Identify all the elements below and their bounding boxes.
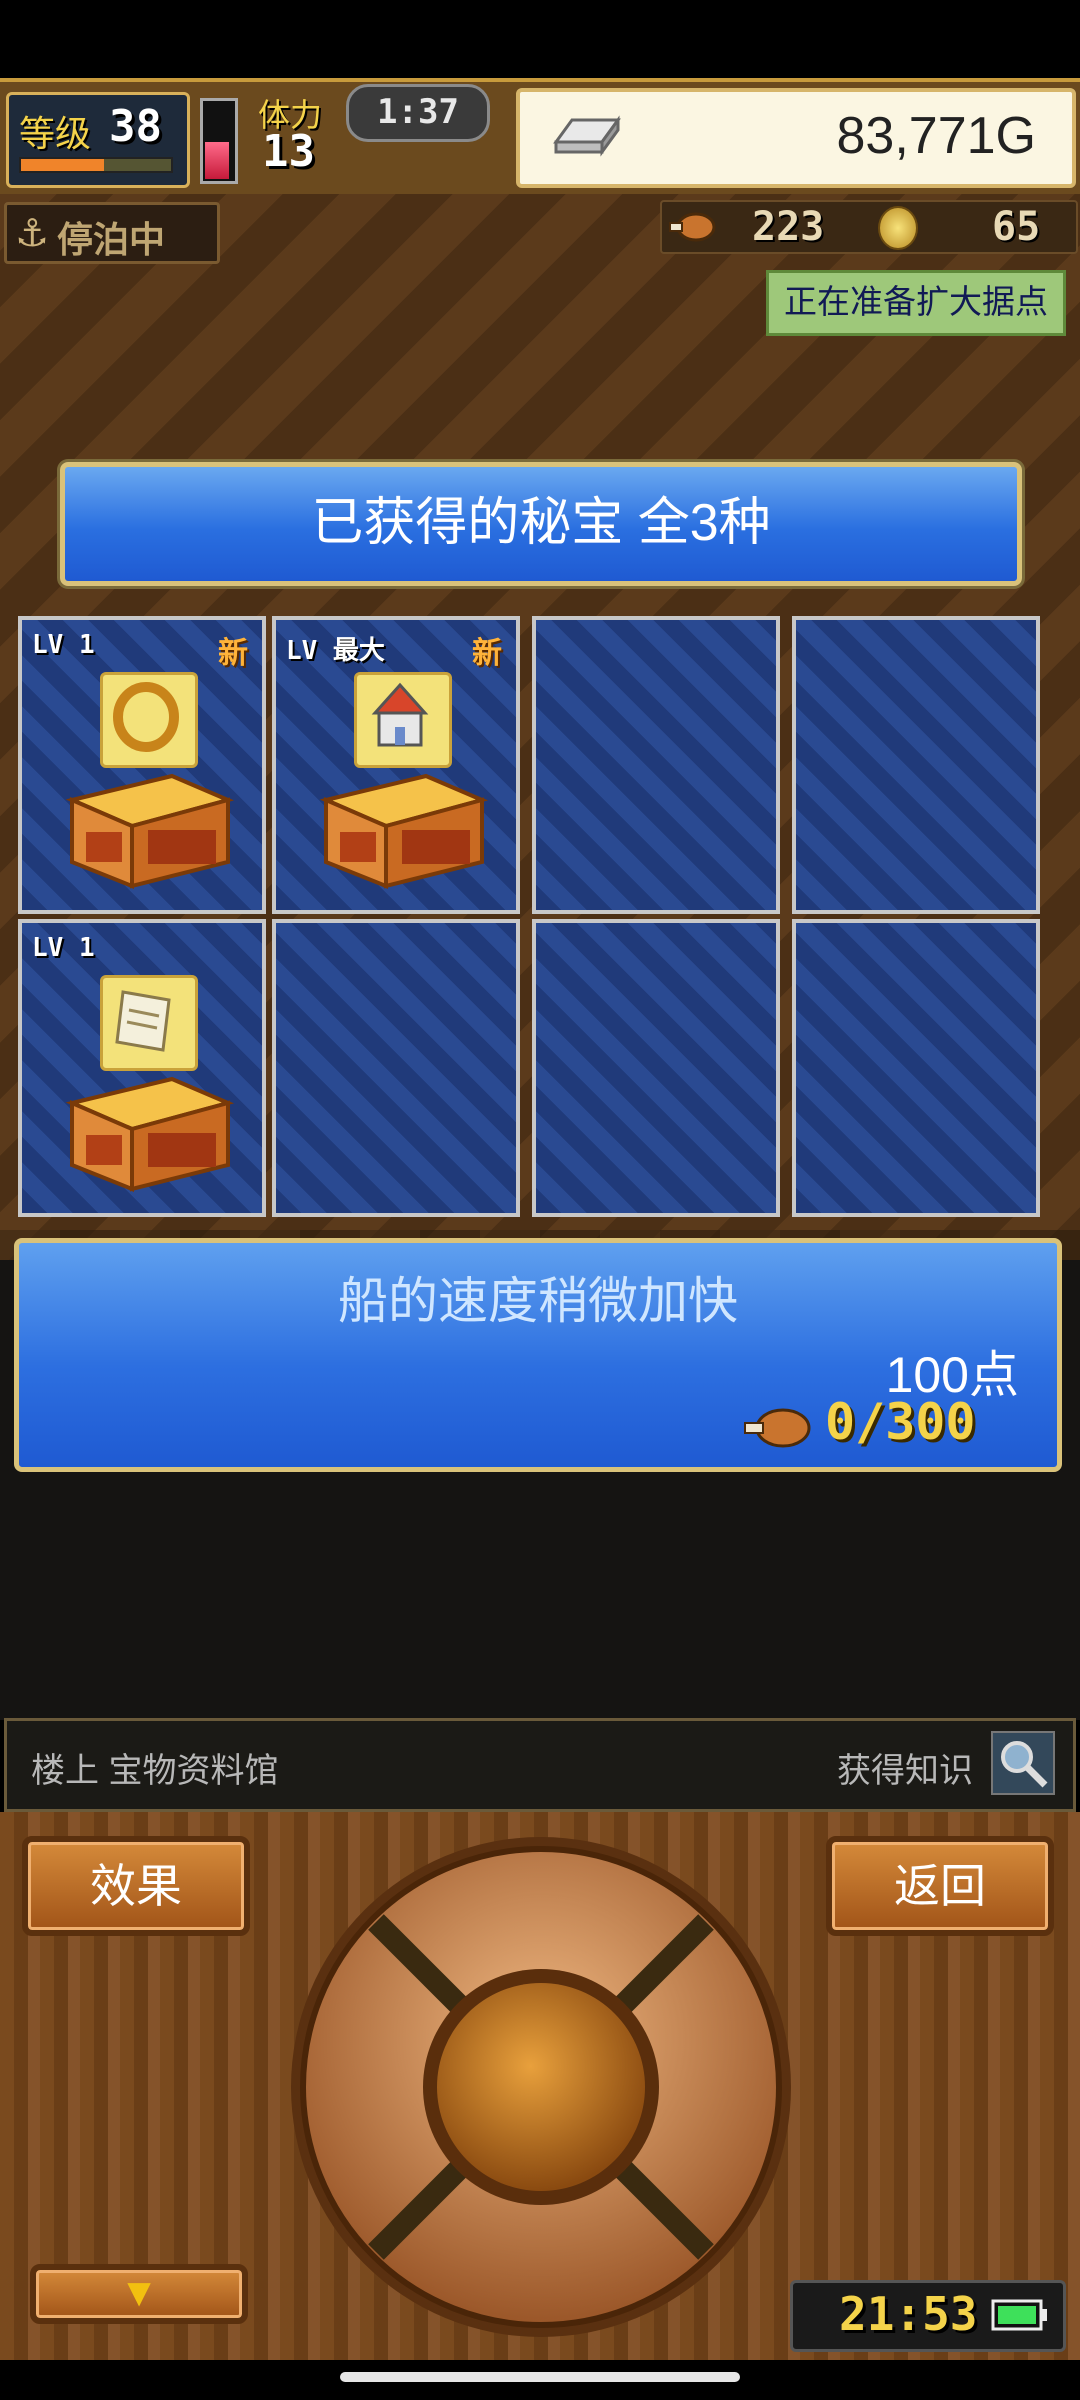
experience-bar [19,157,173,173]
back-button[interactable]: 返回 [826,1836,1054,1936]
location-name: 楼上 宝物资料馆 [31,1752,279,1790]
effect-button[interactable]: 效果 [22,1836,250,1936]
food-count: 223 [752,204,825,250]
level-value: 38 [109,101,162,152]
stamina-timer: 1:37 [346,84,490,142]
treasure-slot[interactable] [792,919,1041,1217]
treasure-slot[interactable] [532,616,781,914]
resource-bar: 223 65 [660,200,1078,254]
knowledge-label[interactable]: 获得知识 [837,1743,973,1792]
scroll-down-button[interactable]: ▼ [30,2264,248,2324]
scroll-icon [100,975,198,1071]
treasure-level: LV 最大 [285,636,385,666]
treasure-effect-text: 船的速度稍微加快 [338,1273,738,1329]
base-expansion-notice[interactable]: 正在准备扩大据点 [766,270,1066,336]
treasure-slot[interactable]: LV 1 新 [18,616,266,914]
stamina-value: 13 [262,126,315,177]
anchor-icon: ⚓ [15,211,50,255]
roast-meat-icon [744,1408,811,1448]
ring-icon [100,672,198,768]
docked-status-text: 停泊中 [57,220,166,261]
treasure-slot[interactable] [532,919,781,1217]
level-label: 等级 [19,114,92,155]
clock-time: 21:53 [839,2287,978,2341]
stamina-gauge [200,98,238,184]
silver-ingot-icon [553,115,621,157]
magnifier-icon[interactable] [991,1731,1055,1795]
treasure-chest-icon [319,773,489,889]
experience-bar-fill [21,159,104,171]
home-indicator[interactable] [340,2372,740,2382]
treasure-description-panel: 船的速度稍微加快 100点 0/300 [14,1238,1062,1472]
treasure-slot[interactable]: LV 1 [18,919,266,1217]
directional-pad[interactable] [286,1832,796,2342]
medal-count: 65 [992,204,1041,250]
treasure-title-banner: 已获得的秘宝 全3种 [60,462,1022,586]
battery-icon [991,2299,1047,2331]
castle-icon [353,672,452,768]
new-badge: 新 [218,636,248,671]
treasure-title: 已获得的秘宝 全3种 [311,494,771,552]
treasure-chest-icon [65,773,235,889]
treasure-level: LV 1 [32,630,95,660]
location-bar: 楼上 宝物资料馆 获得知识 [4,1718,1076,1812]
top-hud: 等级 38 体力 13 1:37 83,771G [0,78,1080,198]
control-panel: 效果 返回 ▼ 21:53 [0,1812,1080,2360]
treasure-slot[interactable] [271,919,520,1217]
treasure-progress: 0/300 [825,1393,976,1451]
treasure-slot[interactable]: LV 最大 新 [271,616,520,914]
treasure-grid: LV 1 新 LV 最大 新 LV 1 [18,616,1058,1232]
medal-icon [878,206,918,250]
treasure-chest-icon [65,1076,235,1192]
docked-status-badge: ⚓ 停泊中 [4,202,220,264]
treasure-slot[interactable] [792,616,1041,914]
treasure-level: LV 1 [32,933,95,963]
stamina-gauge-fill [205,142,229,179]
gold-amount: 83,771G [836,107,1037,165]
gold-panel: 83,771G [516,88,1076,188]
new-badge: 新 [471,636,502,671]
roast-meat-icon [669,212,716,242]
clock-box: 21:53 [790,2280,1066,2352]
level-box: 等级 38 [6,92,190,188]
